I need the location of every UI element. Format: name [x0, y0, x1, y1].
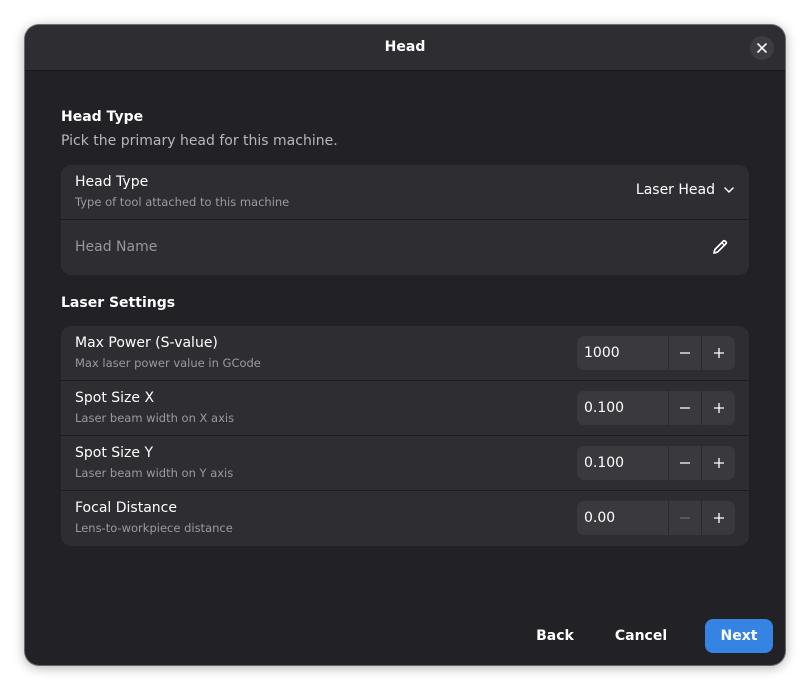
minus-icon [680, 407, 690, 409]
spot-size-y-input[interactable]: 0.100 [577, 446, 669, 480]
decrement-button[interactable] [669, 446, 702, 480]
back-button[interactable]: Back [523, 619, 587, 653]
setting-title: Spot Size X [75, 390, 155, 406]
max-power-spin-button: 1000 [577, 336, 735, 370]
setting-subtitle: Laser beam width on Y axis [75, 466, 234, 480]
spot-size-x-input[interactable]: 0.100 [577, 391, 669, 425]
pencil-icon [713, 239, 728, 254]
head-dialog: Head Head Type Pick the primary head for… [25, 25, 785, 665]
minus-icon [680, 462, 690, 464]
edit-head-name-button[interactable] [711, 238, 729, 256]
increment-button[interactable] [702, 501, 735, 535]
head-type-row[interactable]: Head Type Type of tool attached to this … [61, 165, 749, 220]
max-power-input[interactable]: 1000 [577, 336, 669, 370]
chevron-down-icon [724, 187, 734, 193]
next-button[interactable]: Next [705, 619, 773, 653]
cancel-button[interactable]: Cancel [605, 619, 677, 653]
decrement-button[interactable] [669, 391, 702, 425]
laser-settings-group: Max Power (S-value) Max laser power valu… [61, 326, 749, 546]
close-button[interactable] [750, 36, 774, 60]
focal-distance-spin-button: 0.00 [577, 501, 735, 535]
max-power-row: Max Power (S-value) Max laser power valu… [61, 326, 749, 381]
head-type-dropdown[interactable]: Laser Head [636, 182, 735, 198]
head-type-subtitle: Type of tool attached to this machine [75, 195, 290, 209]
focal-distance-row: Focal Distance Lens-to-workpiece distanc… [61, 491, 749, 546]
setting-subtitle: Lens-to-workpiece distance [75, 521, 233, 535]
plus-icon [713, 458, 724, 468]
head-settings-group: Head Type Type of tool attached to this … [61, 165, 749, 275]
setting-title: Focal Distance [75, 500, 177, 516]
setting-subtitle: Max laser power value in GCode [75, 356, 261, 370]
increment-button[interactable] [702, 446, 735, 480]
setting-title: Spot Size Y [75, 445, 154, 461]
focal-distance-input[interactable]: 0.00 [577, 501, 669, 535]
spot-size-y-row: Spot Size Y Laser beam width on Y axis 0… [61, 436, 749, 491]
increment-button[interactable] [702, 336, 735, 370]
setting-title: Max Power (S-value) [75, 335, 218, 351]
close-icon [757, 43, 767, 53]
minus-icon [680, 517, 690, 519]
increment-button[interactable] [702, 391, 735, 425]
spot-size-x-spin-button: 0.100 [577, 391, 735, 425]
spot-size-x-row: Spot Size X Laser beam width on X axis 0… [61, 381, 749, 436]
decrement-button-disabled [669, 501, 702, 535]
dialog-header: Head [25, 25, 785, 71]
minus-icon [680, 352, 690, 354]
plus-icon [713, 513, 724, 523]
setting-subtitle: Laser beam width on X axis [75, 411, 235, 425]
head-type-selected: Laser Head [635, 182, 715, 198]
spot-size-y-spin-button: 0.100 [577, 446, 735, 480]
head-section-title: Head Type [61, 109, 144, 125]
plus-icon [713, 348, 724, 358]
head-name-row[interactable]: Head Name [61, 220, 749, 275]
plus-icon [713, 403, 724, 413]
dialog-title: Head [384, 39, 426, 55]
head-section-description: Pick the primary head for this machine. [61, 133, 338, 149]
laser-section-title: Laser Settings [61, 295, 176, 311]
decrement-button[interactable] [669, 336, 702, 370]
head-name-input[interactable]: Head Name [75, 239, 157, 255]
head-type-label: Head Type [75, 174, 149, 190]
